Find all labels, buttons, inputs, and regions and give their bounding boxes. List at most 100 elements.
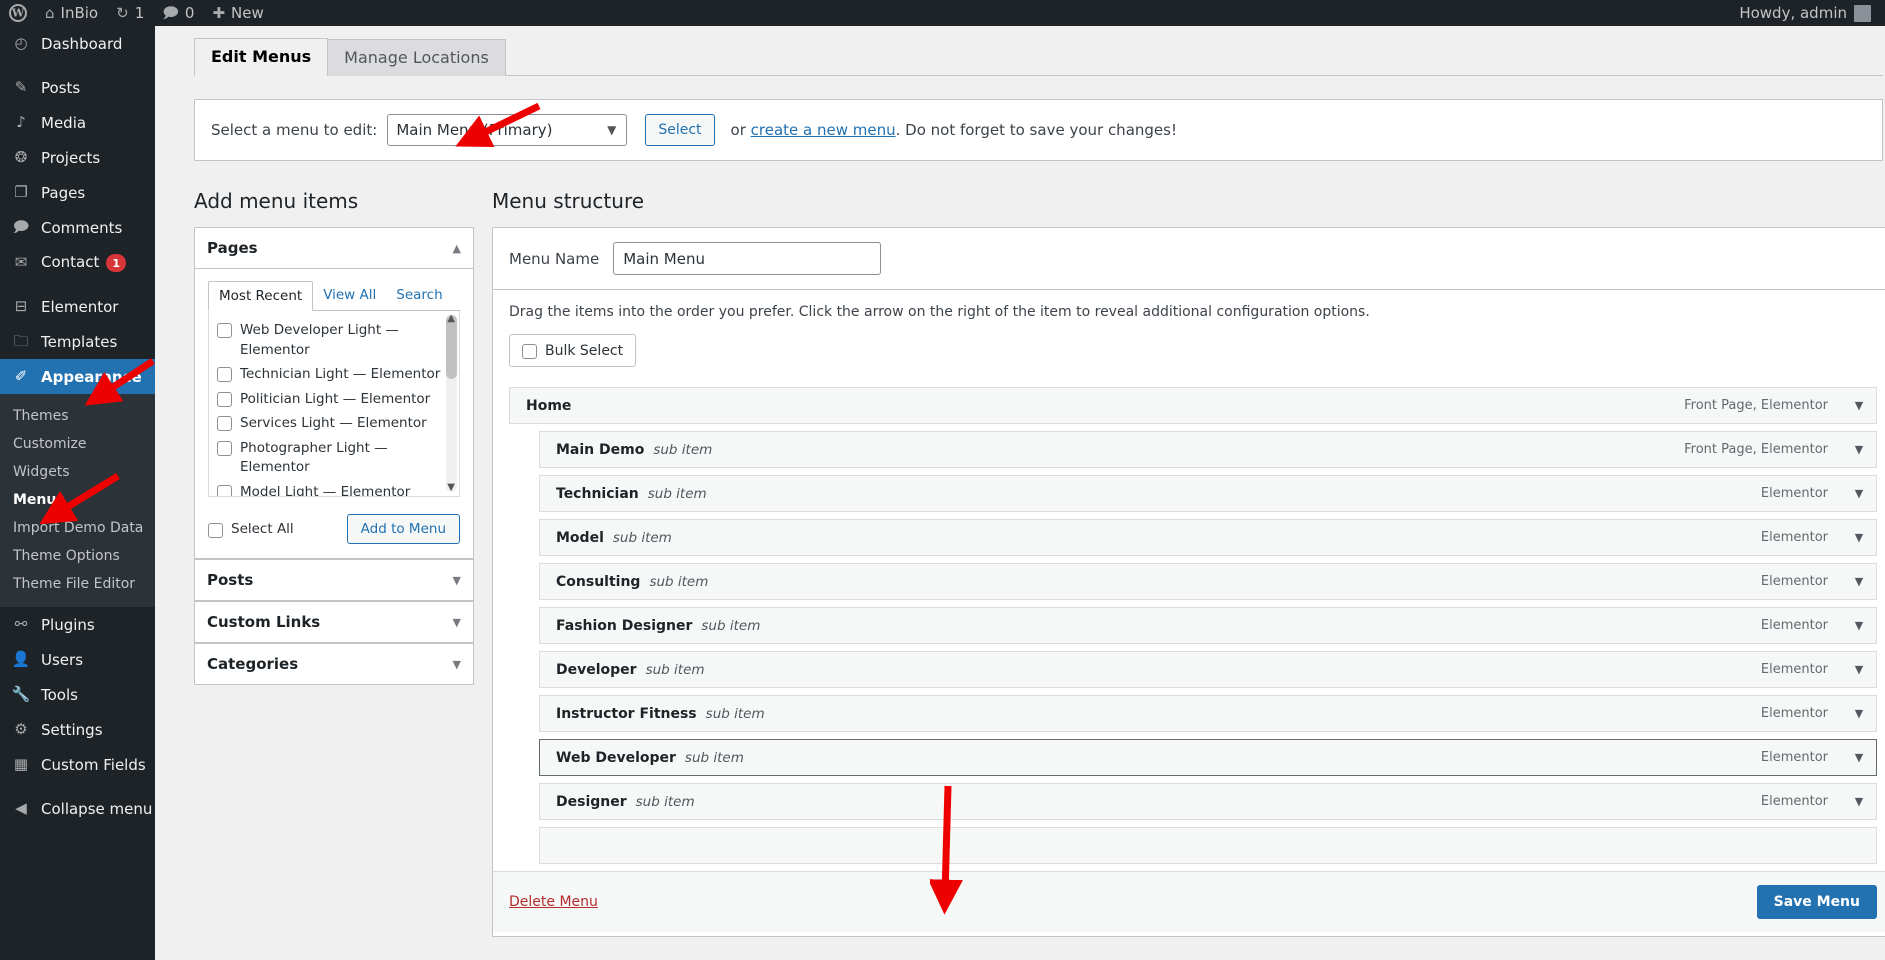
sidebar-item-dashboard[interactable]: ◴ Dashboard xyxy=(0,26,155,61)
new-content-link[interactable]: ✚ New xyxy=(203,0,272,26)
checkbox-box[interactable] xyxy=(217,440,232,456)
pages-tab-search[interactable]: Search xyxy=(386,281,452,310)
plus-icon: ✚ xyxy=(212,3,226,22)
menu-item-expand-chevron-down-icon[interactable]: ▼ xyxy=(1842,443,1876,456)
postbox-pages-header[interactable]: Pages ▲ xyxy=(195,228,473,269)
chevron-down-icon[interactable]: ▼ xyxy=(453,616,461,629)
postbox-posts-header[interactable]: Posts ▼ xyxy=(195,560,473,600)
select-menu-button[interactable]: Select xyxy=(645,114,715,146)
pages-list-actions: Select All Add to Menu xyxy=(208,514,460,544)
scroll-down-icon[interactable]: ▼ xyxy=(447,482,455,493)
comments-link[interactable]: 🗩 0 xyxy=(153,0,203,26)
menu-item-row[interactable] xyxy=(539,827,1877,864)
sidebar-item-media[interactable]: ♪ Media xyxy=(0,105,155,140)
page-checkbox-label: Technician Light — Elementor xyxy=(240,366,441,383)
menu-item-row[interactable]: Instructor Fitness sub item Elementor ▼ xyxy=(539,695,1877,732)
menu-item-expand-chevron-down-icon[interactable]: ▼ xyxy=(1842,707,1876,720)
tab-edit-menus[interactable]: Edit Menus xyxy=(194,37,329,76)
tab-manage-locations[interactable]: Manage Locations xyxy=(327,38,506,76)
sidebar-item-posts[interactable]: ✎ Posts xyxy=(0,70,155,105)
chevron-down-icon[interactable]: ▼ xyxy=(453,658,461,671)
updates-link[interactable]: ↻ 1 xyxy=(107,0,153,26)
menu-item-expand-chevron-down-icon[interactable]: ▼ xyxy=(1842,531,1876,544)
site-name-link[interactable]: ⌂ InBio xyxy=(36,0,107,26)
account-menu[interactable]: Howdy, admin xyxy=(1739,4,1871,22)
add-to-menu-button[interactable]: Add to Menu xyxy=(346,514,460,544)
sidebar-item-appearance[interactable]: ✐ Appearance xyxy=(0,359,155,394)
save-menu-button[interactable]: Save Menu xyxy=(1756,885,1877,919)
sidebar-item-tools[interactable]: 🔧 Tools xyxy=(0,677,155,712)
sidebar-item-custom-fields[interactable]: ▦ Custom Fields xyxy=(0,747,155,782)
sidebar-item-settings[interactable]: ⚙ Settings xyxy=(0,712,155,747)
submenu-item-menus[interactable]: Menus xyxy=(0,486,155,514)
pages-checkbox-list[interactable]: ▲ ▼ Web Developer Light — Elementor Techn… xyxy=(208,311,460,497)
pages-tab-most-recent[interactable]: Most Recent xyxy=(208,281,314,311)
checkbox-box[interactable] xyxy=(217,484,232,496)
sidebar-item-projects[interactable]: ❂ Projects xyxy=(0,140,155,175)
submenu-item-theme-options[interactable]: Theme Options xyxy=(0,542,155,570)
submenu-item-import-demo-data[interactable]: Import Demo Data xyxy=(0,514,155,542)
menu-item-row[interactable]: Fashion Designer sub item Elementor ▼ xyxy=(539,607,1877,644)
postbox-custom-links-title: Custom Links xyxy=(207,613,321,631)
menu-item-expand-chevron-down-icon[interactable]: ▼ xyxy=(1842,619,1876,632)
wp-logo-menu[interactable] xyxy=(0,0,36,26)
select-all-checkbox[interactable]: Select All xyxy=(208,521,294,538)
sidebar-item-users[interactable]: 👤 Users xyxy=(0,642,155,677)
menu-item-row[interactable]: Technician sub item Elementor ▼ xyxy=(539,475,1877,512)
sidebar-item-templates[interactable]: 🗀 Templates xyxy=(0,324,155,359)
sidebar-item-elementor[interactable]: ⊟ Elementor xyxy=(0,289,155,324)
submenu-item-themes[interactable]: Themes xyxy=(0,402,155,430)
sidebar-item-comments[interactable]: 🗩 Comments xyxy=(0,210,155,245)
wrench-icon: 🔧 xyxy=(11,685,31,703)
submenu-item-theme-file-editor[interactable]: Theme File Editor xyxy=(0,570,155,598)
delete-menu-link[interactable]: Delete Menu xyxy=(509,894,598,910)
checkbox-box[interactable] xyxy=(217,416,232,432)
pages-tab-view-all[interactable]: View All xyxy=(313,281,386,310)
chevron-up-icon[interactable]: ▲ xyxy=(453,242,461,255)
page-checkbox-row[interactable]: Photographer Light — Elementor xyxy=(217,437,453,481)
menu-item-row[interactable]: Model sub item Elementor ▼ xyxy=(539,519,1877,556)
menu-item-expand-chevron-down-icon[interactable]: ▼ xyxy=(1842,663,1876,676)
checkbox-box[interactable] xyxy=(217,367,232,383)
menu-item-row[interactable]: Consulting sub item Elementor ▼ xyxy=(539,563,1877,600)
postbox-custom-links-header[interactable]: Custom Links ▼ xyxy=(195,602,473,642)
sidebar-item-contact[interactable]: ✉ Contact 1 xyxy=(0,245,155,280)
menu-item-row[interactable]: Developer sub item Elementor ▼ xyxy=(539,651,1877,688)
media-icon: ♪ xyxy=(16,113,26,131)
sidebar-item-collapse-menu[interactable]: ◀ Collapse menu xyxy=(0,791,155,826)
menu-item-row[interactable]: Home Front Page, Elementor ▼ xyxy=(509,387,1877,424)
list-scrollbar-thumb[interactable] xyxy=(446,315,457,379)
menu-name-input[interactable] xyxy=(613,242,882,275)
checkbox-box[interactable] xyxy=(217,323,232,338)
page-checkbox-row[interactable]: Model Light — Elementor xyxy=(217,481,453,496)
postbox-categories: Categories ▼ xyxy=(194,643,474,685)
page-checkbox-row[interactable]: Web Developer Light — Elementor xyxy=(217,319,453,363)
menu-item-row[interactable]: Designer sub item Elementor ▼ xyxy=(539,783,1877,820)
menu-item-expand-chevron-down-icon[interactable]: ▼ xyxy=(1842,487,1876,500)
submenu-item-widgets[interactable]: Widgets xyxy=(0,458,155,486)
updates-icon: ↻ xyxy=(116,3,129,22)
postbox-categories-header[interactable]: Categories ▼ xyxy=(195,644,473,684)
page-checkbox-row[interactable]: Technician Light — Elementor xyxy=(217,363,453,388)
menu-item-meta: Elementor xyxy=(1760,574,1828,589)
menu-item-expand-chevron-down-icon[interactable]: ▼ xyxy=(1842,751,1876,764)
pending-count-badge: 1 xyxy=(106,254,127,273)
scroll-up-icon[interactable]: ▲ xyxy=(447,313,455,324)
bulk-select-checkbox[interactable]: Bulk Select xyxy=(509,334,637,367)
menu-item-expand-chevron-down-icon[interactable]: ▼ xyxy=(1842,575,1876,588)
chevron-down-icon[interactable]: ▼ xyxy=(453,574,461,587)
menu-item-row[interactable]: Main Demo sub item Front Page, Elementor ▼ xyxy=(539,431,1877,468)
sidebar-item-pages[interactable]: ❐ Pages xyxy=(0,175,155,210)
menu-item-expand-chevron-down-icon[interactable]: ▼ xyxy=(1842,795,1876,808)
page-checkbox-row[interactable]: Services Light — Elementor xyxy=(217,412,453,437)
updates-count: 1 xyxy=(134,4,145,22)
menu-item-row[interactable]: Web Developer sub item Elementor ▼ xyxy=(539,739,1877,776)
appearance-submenu: Themes Customize Widgets Menus Import Demo D… xyxy=(0,394,155,607)
submenu-item-customize[interactable]: Customize xyxy=(0,430,155,458)
checkbox-box[interactable] xyxy=(217,391,232,407)
page-checkbox-row[interactable]: Politician Light — Elementor xyxy=(217,388,453,413)
menu-select-dropdown[interactable]: Main Menu (Primary) xyxy=(387,114,628,146)
create-new-menu-link[interactable]: create a new menu xyxy=(751,121,896,139)
sidebar-item-plugins[interactable]: ⚯ Plugins xyxy=(0,607,155,642)
menu-item-expand-chevron-down-icon[interactable]: ▼ xyxy=(1842,399,1876,412)
